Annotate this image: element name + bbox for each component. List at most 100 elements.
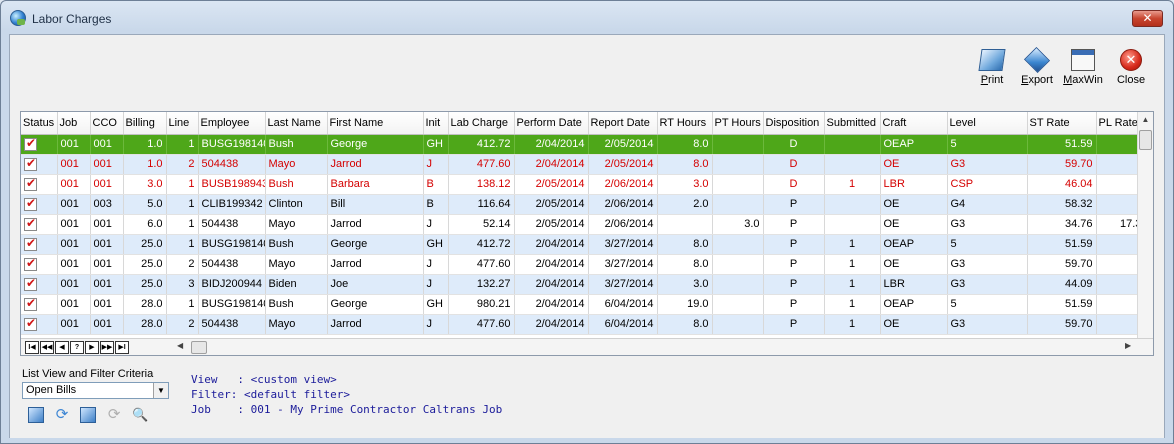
maxwin-button[interactable]: MaxWin [1063, 49, 1103, 86]
scroll-right-icon[interactable]: ▶ [1125, 341, 1131, 350]
status-cell[interactable] [21, 154, 58, 175]
column-header[interactable]: ST Rate [1027, 112, 1097, 135]
nav-button[interactable]: ▶▶ [100, 341, 114, 354]
column-header[interactable]: Init [423, 112, 449, 135]
nav-button[interactable]: ◀◀ [40, 341, 54, 354]
column-header[interactable]: Lab Charge [448, 112, 515, 135]
column-header[interactable]: PT Hours [712, 112, 764, 135]
cell-cco: 001 [90, 134, 124, 155]
table-row[interactable]: 00100128.01BUSG198140BushGeorgeGH980.212… [21, 294, 1139, 315]
vertical-scroll-thumb[interactable] [1139, 130, 1152, 150]
search-icon[interactable]: 🔍 [132, 407, 148, 423]
scroll-up-icon[interactable]: ▲ [1138, 112, 1153, 128]
cell-init: J [423, 214, 449, 235]
view-edit-icon[interactable] [28, 407, 44, 423]
close-button[interactable]: ✕ Close [1111, 49, 1151, 86]
cell-cco: 001 [90, 214, 124, 235]
status-checkbox[interactable] [24, 296, 37, 311]
column-header[interactable]: Perform Date [514, 112, 589, 135]
cell-billing: 25.0 [123, 234, 167, 255]
column-header[interactable]: Job [57, 112, 91, 135]
status-checkbox[interactable] [24, 316, 37, 331]
nav-button[interactable]: I◀ [25, 341, 39, 354]
column-header[interactable]: Submitted [824, 112, 881, 135]
column-header[interactable]: Status [21, 112, 58, 135]
status-cell[interactable] [21, 254, 58, 275]
status-checkbox[interactable] [24, 136, 37, 151]
export-button[interactable]: Export [1017, 46, 1057, 86]
status-checkbox[interactable] [24, 196, 37, 211]
cell-line: 1 [166, 214, 199, 235]
nav-button[interactable]: ◀ [55, 341, 69, 354]
table-row[interactable]: 0010013.01BUSB198943BushBarbaraB138.122/… [21, 174, 1139, 195]
cell-craft: LBR [880, 274, 948, 295]
cell-pl [1096, 254, 1139, 275]
cell-perform: 2/05/2014 [514, 214, 589, 235]
column-header[interactable]: Employee [198, 112, 266, 135]
list-view-select[interactable]: Open Bills ▼ [22, 382, 169, 399]
cell-sub: 1 [824, 314, 881, 335]
column-header[interactable]: Billing [123, 112, 167, 135]
table-row[interactable]: 00100125.02504438MayoJarrodJ477.602/04/2… [21, 254, 1139, 275]
horizontal-scroll-thumb[interactable] [191, 341, 207, 354]
filter-edit-icon[interactable] [80, 407, 97, 423]
status-cell[interactable] [21, 314, 58, 335]
client-area: Print Export MaxWin ✕ Close Status Job C… [9, 34, 1165, 438]
table-row[interactable]: 00100125.01BUSG198140BushGeorgeGH412.722… [21, 234, 1139, 255]
cell-pl [1096, 134, 1139, 155]
cell-perform: 2/04/2014 [514, 274, 589, 295]
column-header[interactable]: Level [947, 112, 1028, 135]
status-cell[interactable] [21, 214, 58, 235]
nav-button[interactable]: ▶I [115, 341, 129, 354]
window-close-button[interactable]: ✕ [1132, 10, 1163, 27]
column-header[interactable]: CCO [90, 112, 124, 135]
cell-pl: 17.38 [1096, 214, 1139, 235]
column-header[interactable]: Line [166, 112, 199, 135]
cell-last: Mayo [265, 154, 328, 175]
column-header[interactable]: PL Rate [1096, 112, 1139, 135]
column-header[interactable]: Report Date [588, 112, 658, 135]
cell-perform: 2/04/2014 [514, 134, 589, 155]
status-cell[interactable] [21, 174, 58, 195]
table-header-row: Status Job CCO Billing Line Employee Last Name… [21, 112, 1139, 135]
vertical-scrollbar[interactable]: ▲ ▼ [1137, 112, 1153, 355]
status-cell[interactable] [21, 134, 58, 155]
status-checkbox[interactable] [24, 236, 37, 251]
column-header[interactable]: Last Name [265, 112, 328, 135]
column-header[interactable]: Craft [880, 112, 948, 135]
cell-first: Jarrod [327, 314, 424, 335]
status-checkbox[interactable] [24, 176, 37, 191]
table-row[interactable]: 0010035.01CLIB199342ClintonBillB116.642/… [21, 194, 1139, 215]
table-row[interactable]: 0010016.01504438MayoJarrodJ52.142/05/201… [21, 214, 1139, 235]
scroll-left-icon[interactable]: ◀ [177, 341, 183, 350]
status-cell[interactable] [21, 274, 58, 295]
cell-disp: D [763, 174, 825, 195]
cell-level: 5 [947, 134, 1028, 155]
toolbar: Print Export MaxWin ✕ Close [16, 41, 1160, 103]
export-icon [1023, 46, 1051, 74]
status-checkbox[interactable] [24, 216, 37, 231]
cell-init: J [423, 314, 449, 335]
status-cell[interactable] [21, 294, 58, 315]
column-header[interactable]: First Name [327, 112, 424, 135]
cell-job: 001 [57, 194, 91, 215]
status-checkbox[interactable] [24, 276, 37, 291]
refresh-icon[interactable]: ⟳ [54, 407, 70, 423]
column-header[interactable]: Disposition [763, 112, 825, 135]
status-checkbox[interactable] [24, 256, 37, 271]
table-row[interactable]: 00100125.03BIDJ200944BidenJoeJ132.272/04… [21, 274, 1139, 295]
cell-disp: P [763, 234, 825, 255]
status-checkbox[interactable] [24, 156, 37, 171]
print-button[interactable]: Print [972, 49, 1012, 86]
nav-button[interactable]: ▶ [85, 341, 99, 354]
status-cell[interactable] [21, 194, 58, 215]
cell-billing: 3.0 [123, 174, 167, 195]
table-row[interactable]: 0010011.02504438MayoJarrodJ477.602/04/20… [21, 154, 1139, 175]
data-table: Status Job CCO Billing Line Employee Last Name… [21, 112, 1139, 335]
nav-button[interactable]: ? [70, 341, 84, 354]
table-row[interactable]: 00100128.02504438MayoJarrodJ477.602/04/2… [21, 314, 1139, 335]
column-header[interactable]: RT Hours [657, 112, 713, 135]
table-row[interactable]: 0010011.01BUSG198140BushGeorgeGH412.722/… [21, 134, 1139, 155]
status-cell[interactable] [21, 234, 58, 255]
chevron-down-icon[interactable]: ▼ [153, 383, 168, 398]
